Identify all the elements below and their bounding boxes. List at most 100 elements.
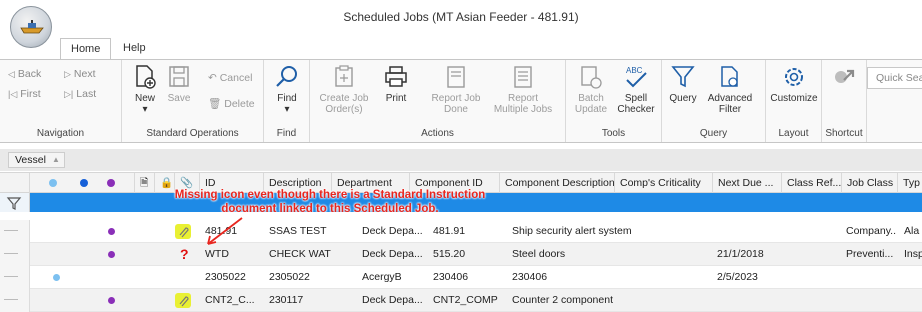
advanced-filter-icon <box>721 66 738 87</box>
batch-update-button[interactable]: Batch Update <box>572 64 610 115</box>
report-multiple-jobs-button[interactable]: Report Multiple Jobs <box>490 64 556 115</box>
first-icon: |◁ <box>8 89 18 99</box>
query-button[interactable]: Query <box>666 64 700 104</box>
batch-update-icon <box>581 66 602 89</box>
annotation-line-2: document linked to this Scheduled Job. <box>221 203 439 215</box>
cell-component-description: Counter 2 component <box>512 294 613 306</box>
trash-icon: 🗑 <box>208 98 225 110</box>
row-indicator-header <box>0 173 30 193</box>
shortcut-group: Shortcut <box>822 60 867 142</box>
column-header-type[interactable]: Typ <box>898 173 922 193</box>
back-icon: ◁ <box>8 69 15 79</box>
cell-next-due: 2/5/2023 <box>717 271 758 283</box>
ship-icon <box>20 20 44 34</box>
next-icon: ▷ <box>64 69 71 79</box>
customize-button[interactable]: Customize <box>770 64 818 104</box>
new-button[interactable]: New ▾ <box>130 64 160 115</box>
query-group-label: Query <box>699 128 728 139</box>
navigation-group-label: Navigation <box>36 128 85 139</box>
cancel-button[interactable]: ↶ Cancel <box>208 72 252 84</box>
last-button[interactable]: ▷| Last <box>64 88 96 100</box>
report-job-done-button[interactable]: Report Job Done <box>428 64 484 115</box>
find-group-label: Find <box>276 128 297 139</box>
window-title: Scheduled Jobs (MT Asian Feeder - 481.91… <box>343 10 579 24</box>
row-selector[interactable] <box>0 266 30 289</box>
svg-text:ABC: ABC <box>626 66 643 75</box>
query-group: Query Advanced Filter Query <box>662 60 766 142</box>
cell-department: Deck Depa... <box>362 225 423 237</box>
light-blue-dot-icon <box>49 179 57 187</box>
row-selector[interactable] <box>0 243 30 266</box>
cell-id: 2305022 <box>205 271 246 283</box>
save-button[interactable]: Save <box>164 64 194 104</box>
cell-description: SSAS TEST <box>269 225 327 237</box>
next-button[interactable]: ▷ Next <box>64 68 96 80</box>
delete-button[interactable]: 🗑 Delete <box>208 97 255 110</box>
create-job-orders-button[interactable]: Create Job Order(s) <box>316 64 372 115</box>
cell-job-class: Preventi... <box>846 248 894 260</box>
cell-type: Ala <box>904 225 920 237</box>
table-row[interactable]: CNT2_C... 230117 Deck Depa... CNT2_COMP … <box>0 289 922 312</box>
cell-component-description: 230406 <box>512 271 548 283</box>
back-button[interactable]: ◁ Back <box>8 68 41 80</box>
group-chip-vessel[interactable]: Vessel ▲ <box>8 152 65 168</box>
standard-operations-label: Standard Operations <box>146 128 239 139</box>
report-multiple-icon <box>514 66 532 88</box>
cell-component-id: 230406 <box>433 271 469 283</box>
annotation-line-1: Missing icon even though there is a Stan… <box>174 189 486 201</box>
report-icon <box>447 66 465 88</box>
column-header-criticality[interactable]: Comp's Criticality <box>615 173 713 193</box>
light-blue-dot-icon <box>53 274 60 281</box>
row-selector[interactable] <box>0 220 30 243</box>
cell-id: CNT2_C... <box>205 294 255 306</box>
gear-icon <box>785 68 803 86</box>
actions-group: Create Job Order(s) Print Report Job Done … <box>310 60 566 142</box>
table-row[interactable]: 481.91 SSAS TEST Deck Depa... 481.91 Shi… <box>0 220 922 243</box>
annotation-arrow <box>207 217 243 245</box>
search-icon <box>276 66 297 87</box>
find-button[interactable]: Find ▾ <box>272 64 302 115</box>
last-icon: ▷| <box>64 89 74 99</box>
tools-group-label: Tools <box>601 128 626 139</box>
column-header-next-due[interactable]: Next Due ... <box>713 173 782 193</box>
cell-component-id: CNT2_COMP <box>433 294 498 306</box>
attachment-icon[interactable] <box>175 224 191 239</box>
column-header-class-ref[interactable]: Class Ref... <box>782 173 842 193</box>
advanced-filter-button[interactable]: Advanced Filter <box>704 64 756 115</box>
column-header-job-class[interactable]: Job Class <box>842 173 898 193</box>
cell-department: Deck Depa... <box>362 248 423 260</box>
tab-help[interactable]: Help <box>113 38 156 60</box>
cell-type: Insp <box>904 248 922 260</box>
title-bar: Scheduled Jobs (MT Asian Feeder - 481.91… <box>0 0 922 38</box>
attachment-icon[interactable] <box>175 293 191 308</box>
funnel-icon <box>671 66 695 88</box>
filter-icon[interactable] <box>0 193 30 212</box>
spell-checker-button[interactable]: ABC Spell Checker <box>616 64 656 115</box>
scheduled-jobs-grid: Vessel ▲ 🗎 🔒 📎 ID Description Department… <box>0 143 922 312</box>
cell-department: AcergyB <box>362 271 402 283</box>
print-button[interactable]: Print <box>378 64 414 104</box>
layout-group: Customize Layout <box>766 60 822 142</box>
cell-description: CHECK WATER... <box>269 248 331 260</box>
sort-asc-icon: ▲ <box>52 155 60 164</box>
row-selector[interactable] <box>0 289 30 312</box>
create-job-icon <box>335 65 353 87</box>
table-row[interactable]: 2305022 2305022 AcergyB 230406 230406 2/… <box>0 266 922 289</box>
annotation-callout: Missing icon even though there is a Stan… <box>130 188 530 216</box>
spell-check-icon: ABC <box>626 66 647 88</box>
chevron-down-icon: ▾ <box>284 104 290 115</box>
first-button[interactable]: |◁ First <box>8 88 41 100</box>
chevron-down-icon: ▾ <box>142 104 148 115</box>
find-group: Find ▾ Find <box>264 60 310 142</box>
printer-icon <box>385 66 407 87</box>
undo-icon: ↶ <box>208 72 220 84</box>
status-dots-header <box>30 173 135 193</box>
group-by-panel: Vessel ▲ <box>0 149 922 171</box>
ribbon: ◁ Back ▷ Next |◁ First ▷| Last Navigation Ne… <box>0 59 922 143</box>
quick-search-input[interactable]: Quick Sea <box>867 67 922 89</box>
application-menu-button[interactable] <box>10 6 52 48</box>
shortcut-group-label: Shortcut <box>825 128 863 139</box>
tab-home[interactable]: Home <box>60 38 112 60</box>
table-row[interactable]: ? WTD CHECK WATER... Deck Depa... 515.20… <box>0 243 922 266</box>
shortcut-button[interactable] <box>828 64 862 93</box>
